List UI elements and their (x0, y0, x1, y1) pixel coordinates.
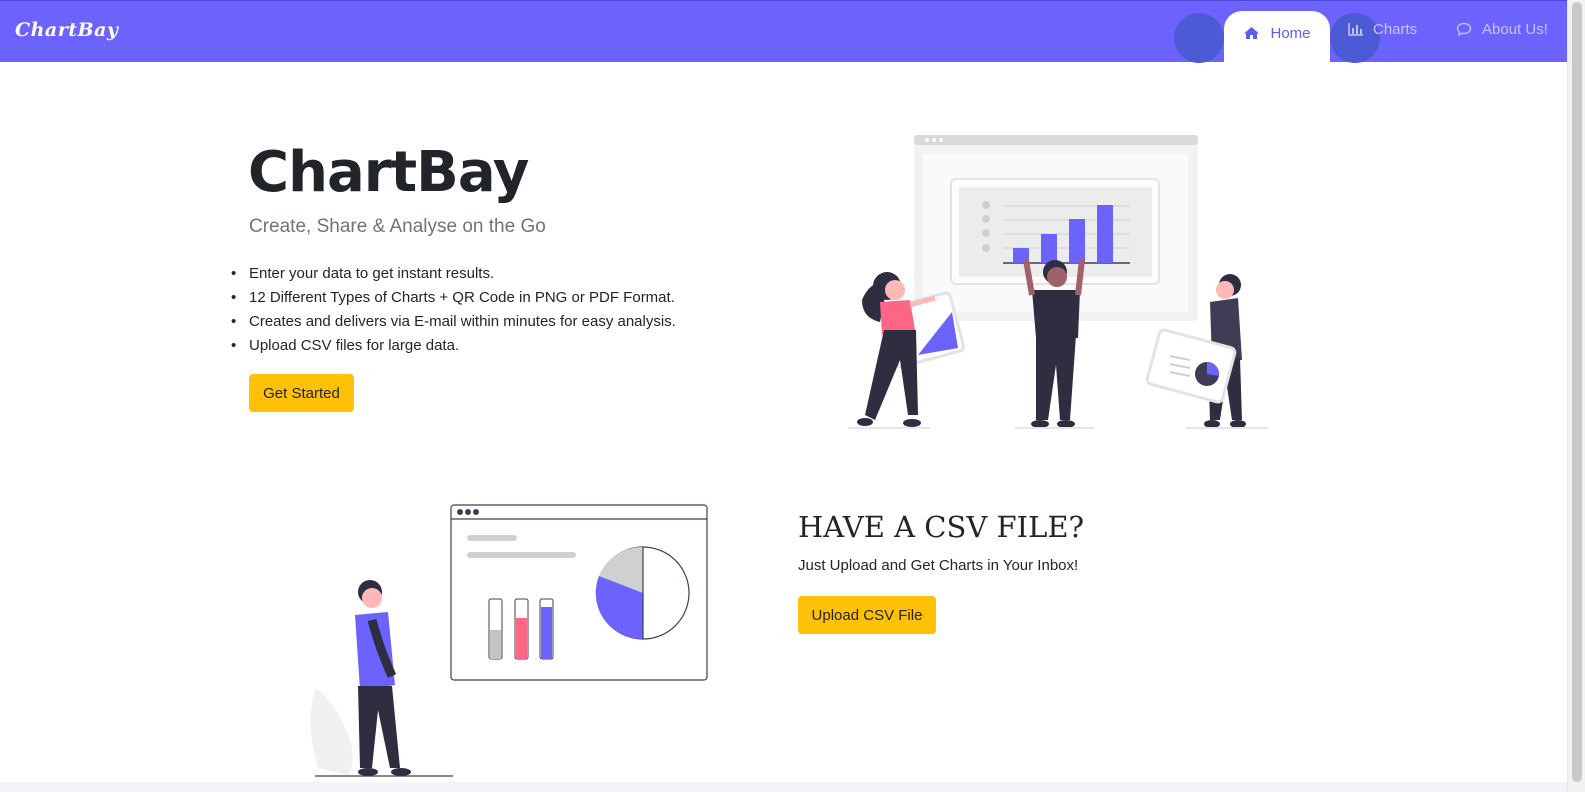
nav-charts[interactable]: Charts (1348, 21, 1417, 38)
nav-home[interactable]: Home (1224, 11, 1330, 63)
csv-illustration (310, 504, 708, 777)
feature-item: Enter your data to get instant results. (231, 262, 676, 286)
get-started-button[interactable]: Get Started (249, 374, 354, 412)
brand-logo[interactable]: ChartBay (15, 19, 118, 41)
hero-subtitle: Create, Share & Analyse on the Go (249, 216, 546, 237)
upload-csv-button[interactable]: Upload CSV File (798, 596, 936, 634)
page-bottom-strip (0, 782, 1568, 792)
hero-title: ChartBay (248, 140, 529, 205)
feature-item: Upload CSV files for large data. (231, 334, 676, 358)
bar-chart-icon (1348, 23, 1363, 36)
feature-list: Enter your data to get instant results. … (231, 262, 676, 358)
chat-icon (1456, 22, 1472, 37)
feature-item: 12 Different Types of Charts + QR Code i… (231, 286, 676, 310)
nav-charts-label: Charts (1373, 21, 1418, 38)
home-icon (1244, 27, 1260, 39)
nav-about[interactable]: About Us! (1456, 21, 1548, 38)
nav-home-label: Home (1270, 24, 1311, 42)
feature-item: Creates and delivers via E-mail within m… (231, 310, 676, 334)
nav-decor-blob (1174, 13, 1224, 63)
navbar: ChartBay Home Charts About Us! (0, 0, 1568, 63)
nav-about-label: About Us! (1482, 21, 1548, 38)
csv-subtitle: Just Upload and Get Charts in Your Inbox… (798, 557, 1079, 574)
csv-heading: HAVE A CSV FILE? (798, 510, 1085, 544)
scrollbar[interactable] (1567, 0, 1585, 792)
scrollbar-thumb[interactable] (1572, 2, 1582, 782)
hero-illustration (848, 135, 1268, 429)
